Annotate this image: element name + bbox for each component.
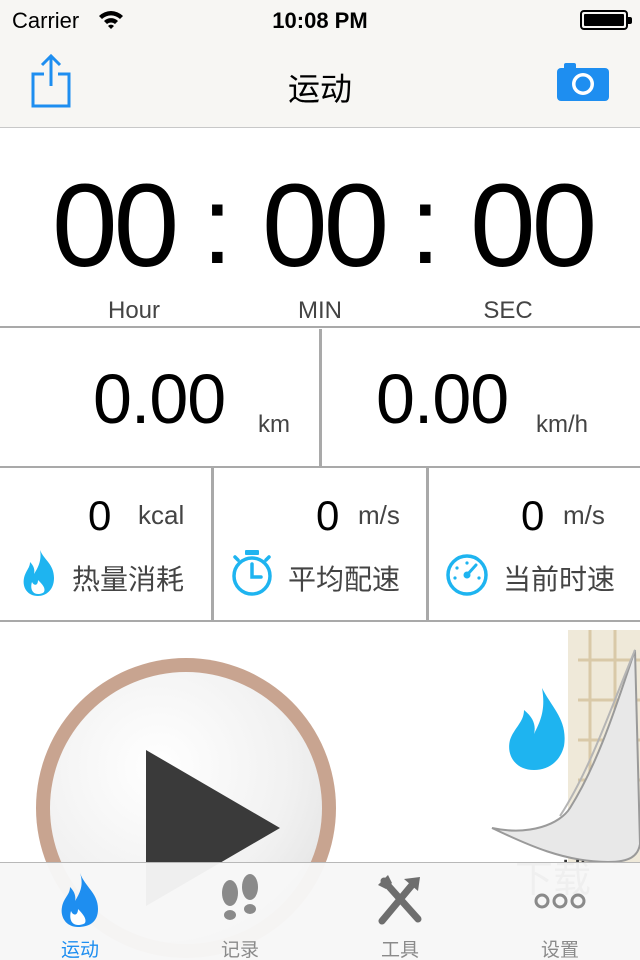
timer-minutes: 00 [262, 160, 389, 292]
calories-unit: kcal [138, 500, 185, 530]
speed-unit: km/h [536, 411, 589, 438]
current-speed-label: 当前时速 [503, 564, 616, 595]
status-bar: Carrier 10:08 PM [0, 0, 640, 40]
distance-value: 0.00 [93, 360, 226, 438]
flame-icon [61, 873, 98, 927]
timer-separator: : [410, 164, 441, 287]
tools-icon [378, 875, 422, 925]
speed-panel: 0.00 km/h [322, 329, 640, 468]
current-speed-value: 0 [521, 492, 545, 539]
distance-panel: 0.00 km [0, 329, 319, 468]
tab-label: 工具 [380, 940, 419, 960]
navigation-bar: Carrier 10:08 PM 运动 [0, 0, 640, 128]
avg-pace-panel: 0 m/s 平均配速 [214, 468, 427, 622]
speedometer-icon [446, 554, 488, 596]
map-toggle[interactable] [490, 630, 640, 865]
more-icon [534, 893, 586, 909]
page-title: 运动 [287, 71, 352, 107]
tab-label: 记录 [220, 940, 259, 960]
clock: 10:08 PM [272, 8, 368, 33]
stopwatch-icon [232, 550, 272, 596]
speed-value: 0.00 [376, 360, 509, 438]
tab-label: 运动 [60, 940, 99, 960]
timer-seconds: 00 [470, 160, 597, 292]
footprints-icon [222, 874, 258, 920]
tab-records[interactable]: 记录 [160, 863, 320, 960]
flame-icon [23, 550, 54, 596]
workout-timer: 00 : 00 : 00 Hour MIN SEC [0, 129, 640, 328]
calories-value: 0 [88, 492, 112, 539]
timer-min-label: MIN [298, 297, 342, 324]
calories-label: 热量消耗 [72, 564, 185, 595]
avg-pace-value: 0 [316, 492, 340, 539]
tab-settings[interactable]: 设置 [480, 863, 640, 960]
distance-unit: km [258, 411, 290, 438]
current-speed-unit: m/s [563, 500, 605, 530]
tab-label: 设置 [540, 940, 579, 960]
timer-separator: : [202, 164, 233, 287]
tab-workout[interactable]: 运动 [0, 863, 160, 960]
current-speed-panel: 0 m/s 当前时速 [429, 468, 640, 622]
calories-panel: 0 kcal 热量消耗 [0, 468, 213, 622]
camera-icon[interactable] [556, 62, 610, 102]
timer-hours: 00 [52, 160, 179, 292]
tab-bar: 运动 记录 工具 设置 [0, 862, 640, 960]
avg-pace-unit: m/s [358, 500, 400, 530]
divider [0, 620, 640, 622]
timer-hour-label: Hour [107, 297, 161, 324]
avg-pace-label: 平均配速 [288, 564, 401, 595]
timer-sec-label: SEC [483, 297, 533, 324]
tab-tools[interactable]: 工具 [320, 863, 480, 960]
battery-icon [580, 10, 632, 30]
